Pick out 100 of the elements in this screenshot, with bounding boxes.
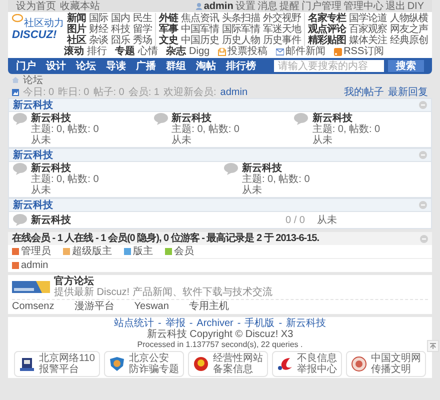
forum-name[interactable]: 新云科技 [242,163,310,174]
header-link[interactable]: 名家专栏 [308,13,346,24]
header-link[interactable]: 滚动 [64,46,84,57]
breadcrumb-item[interactable]: 论坛 [23,74,43,86]
top-link[interactable]: 收藏本站 [60,0,100,12]
certification-badge[interactable]: 北京公安 防诈骗专题 [104,351,184,377]
header-link[interactable]: 国学论道 [349,13,387,24]
header-link[interactable]: 历史事件 [263,35,301,46]
header-link[interactable]: 杂志 [166,46,186,57]
nav-tab[interactable]: 排行榜 [226,60,256,72]
friend-link[interactable]: Comsenz [12,301,54,312]
user-menu-link[interactable]: DIY [407,0,424,12]
header-link[interactable]: 国际军情 [222,24,260,35]
header-link[interactable]: 新闻 [67,13,86,24]
speech-bubble-icon [294,113,308,125]
collapse-icon[interactable] [419,101,427,109]
home-icon[interactable] [12,77,19,83]
header-link[interactable]: 人物纵横 [390,13,428,24]
header-link[interactable]: 国际 [89,13,108,24]
collapse-icon[interactable] [419,151,427,159]
header-link[interactable]: 囧乐 [111,35,130,46]
thread-link[interactable]: 我的帖子 [344,86,384,98]
category-title[interactable]: 新云科技 [13,200,53,210]
back-to-top-button[interactable] [427,340,439,352]
user-menu-link[interactable]: 消息 [257,0,278,12]
footer-link[interactable]: 新云科技 [286,318,326,329]
nav-tab[interactable]: 群组 [166,60,186,72]
nav-tab[interactable]: 设计 [46,60,66,72]
search-field[interactable]: 请输入要搜索的内容 [274,60,384,72]
user-menu-link[interactable]: 设置 [235,0,256,12]
footer-link[interactable]: 手机版 [244,318,275,329]
friend-link[interactable]: 专用主机 [188,301,229,312]
category-title[interactable]: 新云科技 [13,100,53,110]
user-menu-link[interactable]: 管理中心 [343,0,384,12]
header-link[interactable]: 百家观察 [349,24,387,35]
certification-badge[interactable]: 不良信息 举报中心 [272,351,342,377]
online-user-link[interactable]: admin [21,260,48,271]
header-link[interactable]: 媒体关注 [349,35,387,46]
header-link[interactable]: 专题 [115,46,135,57]
header-link[interactable]: 中国军情 [181,24,219,35]
search-button[interactable]: 搜索 [388,60,424,72]
header-link[interactable]: 头条扫描 [222,13,260,24]
header-link[interactable]: 军事 [159,24,178,35]
header-link[interactable]: 国内 [111,13,130,24]
nav-tab[interactable]: 广播 [136,60,156,72]
header-link[interactable]: 精彩贴图 [308,35,346,46]
footer-link[interactable]: 站点统计 [114,318,154,329]
header-link[interactable]: 留学 [133,24,152,35]
header-link[interactable]: 观点评论 [308,24,346,35]
friend-link[interactable]: 漫游平台 [74,301,114,312]
header-link[interactable]: 军迷天地 [263,24,301,35]
header-link[interactable]: 秀场 [133,35,152,46]
header-link[interactable]: 图片 [67,24,86,35]
collapse-icon[interactable] [420,234,428,242]
thread-link[interactable]: 最新回复 [388,86,428,98]
certification-badge[interactable]: 经营性网站 备案信息 [188,351,268,377]
header-link[interactable]: 网友之声 [390,24,428,35]
forum-name[interactable]: 新云科技 [312,113,380,124]
nav-tab[interactable]: 淘帖 [196,60,216,72]
header-link[interactable]: 心情 [138,46,158,57]
user-menu-link[interactable]: 门户管理 [301,0,342,12]
header-link[interactable]: 历史人物 [222,35,260,46]
certification-badge[interactable]: 北京网络110 报警平台 [14,351,100,377]
header-link[interactable]: 杂谈 [89,35,108,46]
speech-bubble-icon [13,163,27,175]
header-link[interactable]: 外交视野 [263,13,301,24]
forum-name[interactable]: 新云科技 [31,113,99,124]
top-link[interactable]: 设为首页 [16,0,56,12]
header-link[interactable]: Digg [189,46,210,57]
header-link[interactable]: 排行 [87,46,107,57]
user-menu-link[interactable]: 退出 [385,0,406,12]
featured-link-title[interactable]: 官方论坛 [54,276,272,287]
swoosh-icon [276,356,293,372]
certification-badge[interactable]: 中国文明网 传播文明 [346,351,426,377]
collapse-icon[interactable] [419,201,427,209]
nav-tab[interactable]: 导读 [106,60,126,72]
member-link[interactable]: admin [220,86,248,98]
header-link[interactable]: 科技 [111,24,130,35]
header-link[interactable]: 经典原创 [390,35,428,46]
header-link[interactable]: 焦点资讯 [181,13,219,24]
username-link[interactable]: admin [204,0,234,12]
header-link[interactable]: 文史 [159,35,178,46]
header-link[interactable]: 民生 [133,13,152,24]
user-menu-link[interactable]: 提醒 [279,0,300,12]
footer-link[interactable]: Archiver [196,318,234,329]
header-link[interactable]: 财经 [89,24,108,35]
header-link[interactable]: 社区 [67,35,86,46]
quick-link[interactable]: 邮件新闻 [276,46,326,57]
forum-name[interactable]: 新云科技 [31,163,99,174]
nav-tab[interactable]: 论坛 [76,60,96,72]
forum-name[interactable]: 新云科技 [172,113,240,124]
header-link[interactable]: 外链 [159,13,178,24]
footer-link[interactable]: 举报 [165,318,186,329]
quick-link[interactable]: RSS订阅 [334,46,384,57]
category-title[interactable]: 新云科技 [13,150,53,160]
quick-link[interactable]: 投票投稿 [218,46,268,57]
nav-tab[interactable]: 门户 [16,60,36,72]
header-link[interactable]: 中国历史 [181,35,219,46]
forum-name[interactable]: 新云科技 [31,214,261,226]
friend-link[interactable]: Yeswan [134,301,169,312]
